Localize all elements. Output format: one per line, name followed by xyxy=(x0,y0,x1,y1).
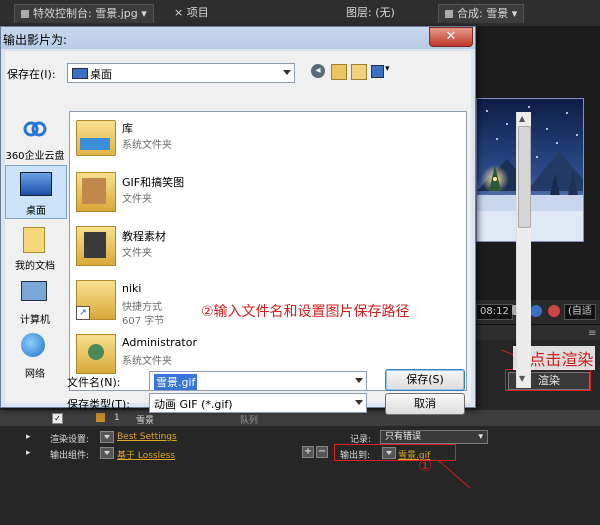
filetype-label: 保存类型(T): xyxy=(67,398,131,411)
save-button[interactable]: 保存(S) xyxy=(385,369,465,391)
place-documents[interactable]: 我的文档 xyxy=(5,221,65,273)
chevron-down-icon xyxy=(355,400,363,405)
new-folder-icon[interactable] xyxy=(351,64,367,80)
desktop-icon xyxy=(72,68,88,79)
view-menu-icon[interactable]: ▾ xyxy=(371,64,393,78)
computer-icon xyxy=(21,281,47,301)
place-network[interactable]: 网络 xyxy=(5,329,65,381)
up-folder-icon[interactable] xyxy=(331,64,347,80)
filename-label: 文件名(N): xyxy=(67,376,121,389)
chevron-down-icon xyxy=(355,378,363,383)
place-cloud[interactable]: 360企业云盘 xyxy=(5,111,65,163)
scroll-up-icon[interactable]: ▲ xyxy=(519,114,528,124)
place-desktop[interactable]: 桌面 xyxy=(5,165,67,219)
cloud-icon xyxy=(23,121,47,137)
annotation-step2: ②输入文件名和设置图片保存路径 xyxy=(201,304,410,320)
list-item[interactable]: GIF和搞笑图 文件夹 xyxy=(76,170,436,222)
annotation-step1: ① xyxy=(418,456,433,475)
scroll-down-icon[interactable]: ▼ xyxy=(519,374,528,384)
save-in-label: 保存在(I): xyxy=(7,68,56,81)
back-icon[interactable]: ◂ xyxy=(311,64,325,78)
places-bar: 360企业云盘 桌面 我的文档 计算机 网络 xyxy=(5,111,67,411)
dialog-body: 保存在(I): 桌面 ◂ ▾ 360企业云盘 桌面 我的文档 计算机 网络 库 … xyxy=(5,51,531,415)
cancel-button[interactable]: 取消 xyxy=(385,393,465,415)
dialog-title: 输出影片为: xyxy=(3,33,68,47)
close-button[interactable]: ✕ xyxy=(429,27,473,47)
save-in-dropdown[interactable]: 桌面 xyxy=(67,63,295,83)
documents-icon xyxy=(23,227,45,253)
save-dialog: 输出影片为: ✕ 保存在(I): 桌面 ◂ ▾ 360企业云盘 桌面 我的文档 … xyxy=(0,26,531,415)
shortcut-arrow-icon: ↗ xyxy=(76,306,90,320)
chevron-down-icon xyxy=(283,70,291,75)
file-list-scrollbar[interactable]: ▲ ▼ xyxy=(516,112,531,388)
desktop-icon xyxy=(20,172,52,196)
network-icon xyxy=(21,333,45,357)
scroll-thumb[interactable] xyxy=(518,126,531,228)
place-computer[interactable]: 计算机 xyxy=(5,275,65,327)
filename-input[interactable]: 雪景.gif xyxy=(149,371,367,391)
file-list[interactable]: 库 系统文件夹 GIF和搞笑图 文件夹 教程素材 文件夹 ↗ niki 快捷方式 xyxy=(69,111,531,391)
list-item[interactable]: 教程素材 文件夹 xyxy=(76,224,436,276)
filetype-dropdown[interactable]: 动画 GIF (*.gif) xyxy=(149,393,367,413)
list-item[interactable]: 库 系统文件夹 xyxy=(76,116,436,168)
dialog-titlebar[interactable]: 输出影片为: ✕ xyxy=(1,27,475,49)
step1-arrow xyxy=(437,459,471,489)
